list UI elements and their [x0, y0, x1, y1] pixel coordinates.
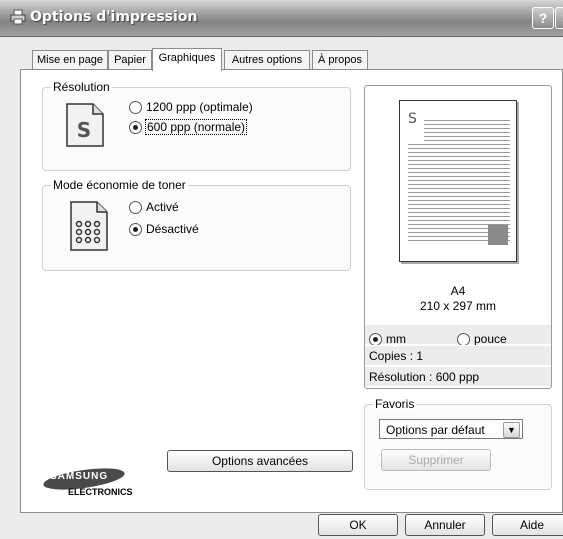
print-options-dialog: Options d'impression ? × Mise en page Pa… [0, 0, 563, 539]
resolution-group: Résolution S 1200 ppp (optimale) 600 ppp… [42, 80, 351, 171]
favorites-group-label: Favoris [373, 397, 417, 411]
radio-1200-ppp-button[interactable] [129, 100, 142, 114]
resolution-icon-glyph: S [77, 118, 91, 142]
close-button[interactable]: × [555, 7, 563, 29]
page-preview-image-block [488, 225, 508, 245]
favorites-select-value: Options par défaut [386, 423, 485, 437]
advanced-options-button[interactable]: Options avancées [167, 450, 353, 472]
paper-name: A4 [450, 284, 466, 298]
resolution-icon: S [66, 103, 104, 147]
tab-graphiques[interactable]: Graphiques [152, 48, 222, 71]
samsung-logo: SAMSUNG ELECTRONICS [42, 468, 162, 502]
radio-600-ppp[interactable]: 600 ppp (normale) [129, 119, 248, 135]
radio-toner-inactive[interactable]: Désactivé [129, 222, 199, 236]
radio-1200-ppp[interactable]: 1200 ppp (optimale) [129, 100, 253, 114]
title-bar: Options d'impression ? × [0, 0, 563, 37]
toner-save-group: Mode économie de toner Activé Désactivé [42, 178, 351, 271]
chevron-down-icon[interactable]: ▼ [503, 422, 520, 438]
radio-toner-active-button[interactable] [129, 200, 142, 214]
samsung-logo-brand: SAMSUNG [50, 471, 109, 482]
radio-toner-inactive-label: Désactivé [146, 222, 199, 236]
radio-toner-inactive-button[interactable] [129, 222, 142, 236]
tab-mise-en-page[interactable]: Mise en page [32, 50, 108, 70]
toner-save-group-label: Mode économie de toner [51, 178, 188, 192]
units-row: mm pouce [365, 324, 551, 346]
samsung-logo-sub: ELECTRONICS [68, 487, 133, 497]
radio-toner-active[interactable]: Activé [129, 200, 179, 214]
resolution-group-label: Résolution [51, 80, 112, 94]
delete-favorite-button[interactable]: Supprimer [381, 449, 491, 471]
tab-papier[interactable]: Papier [108, 50, 152, 70]
resolution-readout: Résolution : 600 ppp [365, 366, 551, 386]
cancel-button[interactable]: Annuler [405, 514, 485, 536]
tab-strip: Mise en page Papier Graphiques Autres op… [0, 48, 563, 71]
radio-600-ppp-button[interactable] [129, 120, 142, 134]
printer-icon [10, 9, 26, 25]
favorites-group: Favoris Options par défaut ▼ Supprimer [364, 397, 552, 490]
page-preview-panel: S A4 210 x 297 mm mm pouce Copies : 1 Ré… [364, 85, 552, 389]
radio-unit-mm-button[interactable] [369, 332, 382, 346]
favorites-select[interactable]: Options par défaut ▼ [379, 419, 523, 439]
paper-size: 210 x 297 mm [419, 299, 497, 313]
toner-save-icon [70, 201, 108, 251]
tab-a-propos[interactable]: À propos [312, 50, 368, 70]
page-preview: S [399, 100, 517, 262]
radio-1200-ppp-label: 1200 ppp (optimale) [146, 100, 253, 114]
radio-toner-active-label: Activé [146, 200, 179, 214]
help-button[interactable]: ? [532, 7, 554, 29]
ok-button[interactable]: OK [318, 514, 398, 536]
radio-unit-inch-button[interactable] [457, 332, 470, 346]
radio-600-ppp-label: 600 ppp (normale) [144, 119, 248, 135]
help-footer-button[interactable]: Aide [492, 514, 563, 536]
window-title: Options d'impression [30, 9, 198, 25]
copies-readout: Copies : 1 [365, 345, 551, 365]
tab-autres-options[interactable]: Autres options [224, 50, 310, 70]
page-preview-glyph: S [408, 111, 417, 127]
